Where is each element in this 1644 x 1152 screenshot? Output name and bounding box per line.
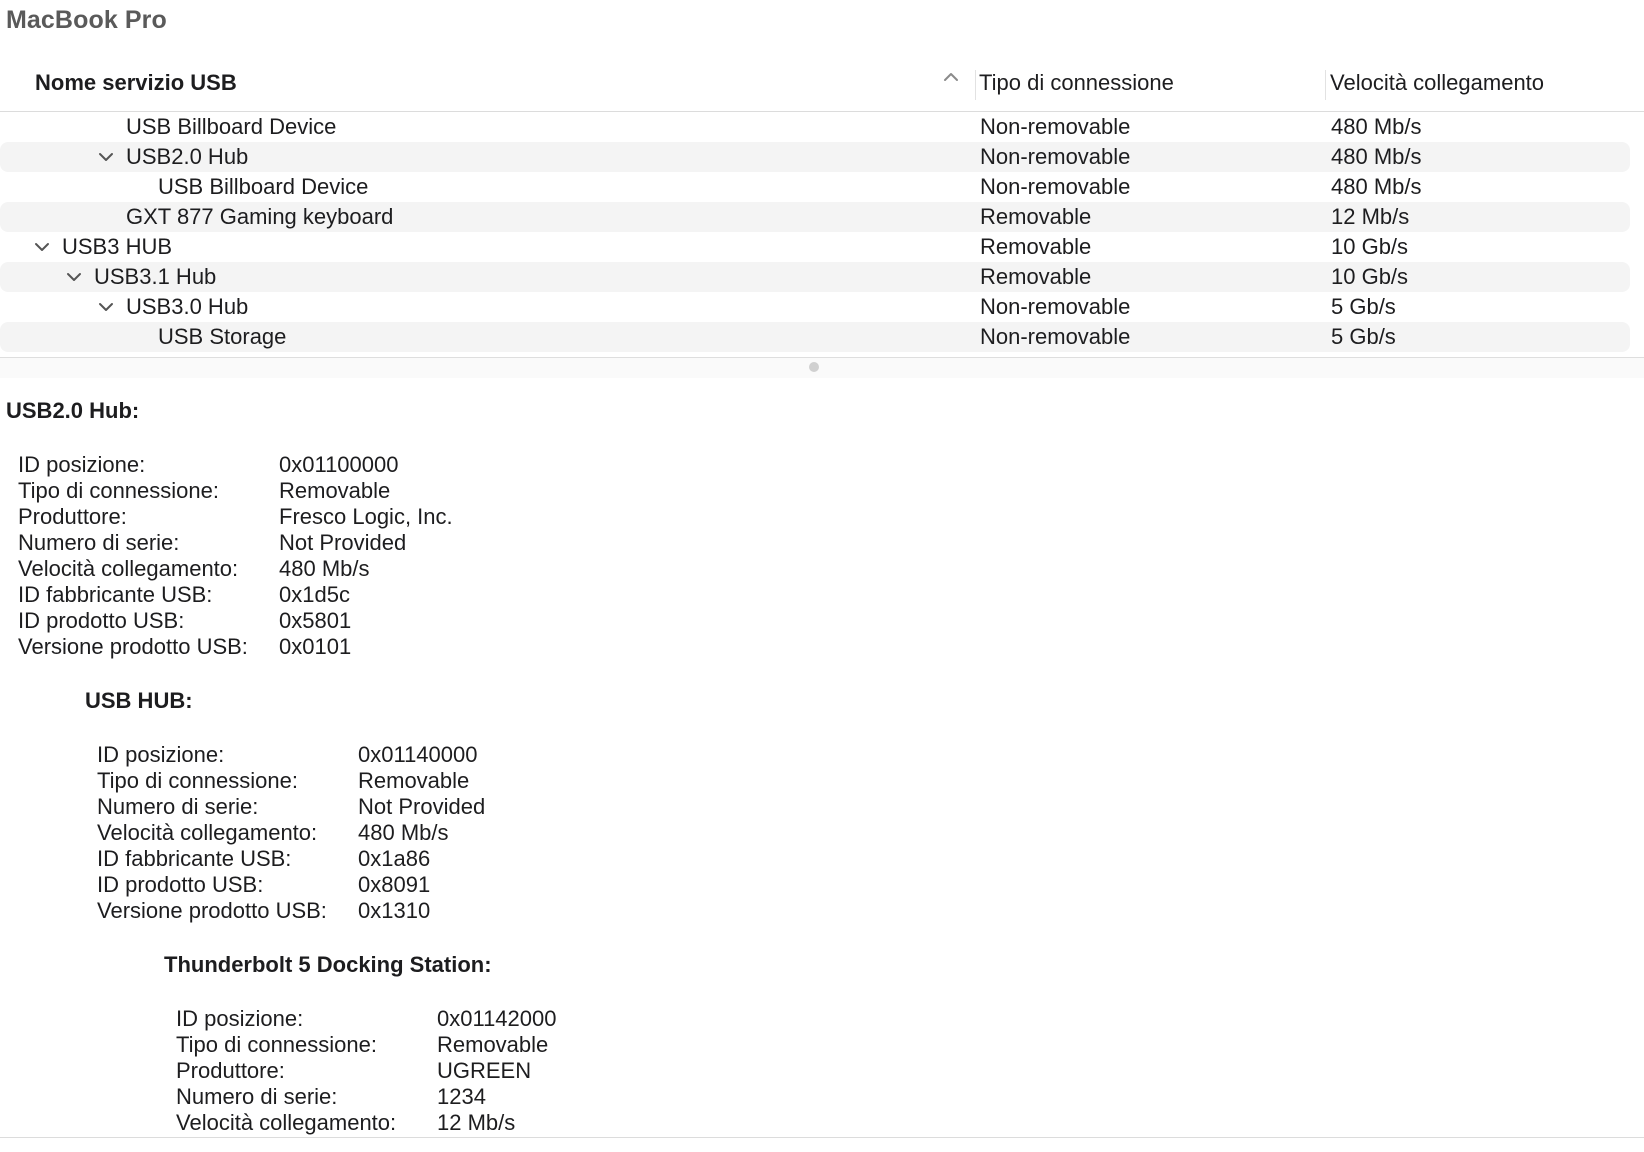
table-row[interactable]: USB Billboard Device Non-removable 480 Mb/… bbox=[0, 172, 1630, 202]
field-label: Velocità collegamento: bbox=[18, 556, 239, 581]
field-value: 0x01100000 bbox=[279, 452, 399, 477]
field-label: Tipo di connessione: bbox=[18, 478, 219, 503]
table-header: Nome servizio USB Tipo di connessione Ve… bbox=[0, 62, 1644, 112]
cell-connection: Non-removable bbox=[980, 144, 1131, 169]
cell-connection: Removable bbox=[980, 264, 1092, 289]
field-label: Produttore: bbox=[176, 1058, 285, 1083]
cell-connection: Non-removable bbox=[980, 294, 1131, 319]
cell-speed: 10 Gb/s bbox=[1331, 264, 1409, 289]
table-row[interactable]: USB3.0 Hub Non-removable 5 Gb/s bbox=[0, 292, 1630, 322]
bottom-divider bbox=[0, 1137, 1644, 1138]
cell-connection: Removable bbox=[980, 204, 1092, 229]
cell-connection: Removable bbox=[980, 234, 1092, 259]
field-value: Not Provided bbox=[279, 530, 407, 555]
field-label: ID prodotto USB: bbox=[18, 608, 185, 633]
field-value: UGREEN bbox=[437, 1058, 532, 1083]
detail-pane: USB2.0 Hub: ID posizione: 0x01100000 Tipo d… bbox=[0, 378, 1644, 1138]
field-value: 0x1310 bbox=[358, 898, 431, 923]
cell-speed: 10 Gb/s bbox=[1331, 234, 1409, 259]
field-value: Removable bbox=[358, 768, 470, 793]
field-label: Velocità collegamento: bbox=[176, 1110, 397, 1135]
field-label: ID fabbricante USB: bbox=[97, 846, 292, 871]
split-view-divider[interactable] bbox=[0, 357, 1644, 379]
section-title: Thunderbolt 5 Docking Station: bbox=[164, 952, 492, 977]
field-label: ID posizione: bbox=[176, 1006, 304, 1031]
table-row[interactable]: USB3.1 Hub Removable 10 Gb/s bbox=[0, 262, 1630, 292]
cell-name: USB Storage bbox=[158, 324, 287, 349]
cell-speed: 12 Mb/s bbox=[1331, 204, 1410, 229]
field-value: 480 Mb/s bbox=[358, 820, 449, 845]
window-title: MacBook Pro bbox=[6, 6, 167, 34]
field-value: 1234 bbox=[437, 1084, 486, 1109]
column-divider[interactable] bbox=[1325, 70, 1326, 100]
field-value: 0x1a86 bbox=[358, 846, 431, 871]
chevron-down-icon[interactable] bbox=[98, 149, 114, 165]
cell-speed: 480 Mb/s bbox=[1331, 144, 1422, 169]
field-value: 0x01140000 bbox=[358, 742, 478, 767]
table-row[interactable]: USB2.0 Hub Non-removable 480 Mb/s bbox=[0, 142, 1630, 172]
section-title: USB2.0 Hub: bbox=[6, 398, 140, 423]
table-row[interactable]: USB Storage Non-removable 5 Gb/s bbox=[0, 322, 1630, 352]
field-label: Velocità collegamento: bbox=[97, 820, 318, 845]
field-label: Tipo di connessione: bbox=[97, 768, 298, 793]
field-label: ID fabbricante USB: bbox=[18, 582, 213, 607]
table-row[interactable]: USB Billboard Device Non-removable 480 Mb/… bbox=[0, 112, 1630, 142]
field-value: 0x5801 bbox=[279, 608, 352, 633]
column-header-speed[interactable]: Velocità collegamento bbox=[1330, 70, 1544, 96]
field-value: 480 Mb/s bbox=[279, 556, 370, 581]
field-value: Fresco Logic, Inc. bbox=[279, 504, 453, 529]
field-value: 0x8091 bbox=[358, 872, 431, 897]
cell-name: GXT 877 Gaming keyboard bbox=[126, 204, 394, 229]
table-row[interactable]: GXT 877 Gaming keyboard Removable 12 Mb/s bbox=[0, 202, 1630, 232]
field-label: Versione prodotto USB: bbox=[97, 898, 327, 923]
field-label: ID posizione: bbox=[97, 742, 225, 767]
column-header-connection[interactable]: Tipo di connessione bbox=[979, 70, 1174, 96]
cell-speed: 480 Mb/s bbox=[1331, 174, 1422, 199]
chevron-down-icon[interactable] bbox=[34, 239, 50, 255]
chevron-up-icon[interactable] bbox=[942, 68, 960, 86]
cell-name: USB Billboard Device bbox=[126, 114, 337, 139]
field-value: Removable bbox=[437, 1032, 549, 1057]
cell-name: USB2.0 Hub bbox=[126, 144, 249, 169]
field-value: Not Provided bbox=[358, 794, 486, 819]
cell-name: USB Billboard Device bbox=[158, 174, 369, 199]
chevron-down-icon[interactable] bbox=[66, 269, 82, 285]
divider-handle[interactable] bbox=[809, 362, 819, 372]
field-label: Versione prodotto USB: bbox=[18, 634, 248, 659]
field-value: 0x0101 bbox=[279, 634, 352, 659]
cell-name: USB3.0 Hub bbox=[126, 294, 249, 319]
chevron-down-icon[interactable] bbox=[98, 299, 114, 315]
field-label: Numero di serie: bbox=[18, 530, 180, 555]
cell-connection: Non-removable bbox=[980, 174, 1131, 199]
field-label: Tipo di connessione: bbox=[176, 1032, 377, 1057]
field-label: Numero di serie: bbox=[176, 1084, 338, 1109]
field-label: Produttore: bbox=[18, 504, 127, 529]
cell-connection: Non-removable bbox=[980, 114, 1131, 139]
field-value: 0x01142000 bbox=[437, 1006, 557, 1031]
field-value: 12 Mb/s bbox=[437, 1110, 516, 1135]
column-divider[interactable] bbox=[975, 70, 976, 100]
column-header-name[interactable]: Nome servizio USB bbox=[35, 70, 237, 96]
cell-speed: 5 Gb/s bbox=[1331, 294, 1396, 319]
cell-name: USB3.1 Hub bbox=[94, 264, 217, 289]
table-row[interactable]: USB3 HUB Removable 10 Gb/s bbox=[0, 232, 1630, 262]
usb-device-list[interactable]: USB Billboard Device Non-removable 480 Mb/… bbox=[0, 111, 1644, 357]
field-label: Numero di serie: bbox=[97, 794, 259, 819]
cell-speed: 480 Mb/s bbox=[1331, 114, 1422, 139]
section-title: USB HUB: bbox=[85, 688, 193, 713]
cell-speed: 5 Gb/s bbox=[1331, 324, 1396, 349]
field-value: Removable bbox=[279, 478, 391, 503]
cell-connection: Non-removable bbox=[980, 324, 1131, 349]
cell-name: USB3 HUB bbox=[62, 234, 173, 259]
field-label: ID posizione: bbox=[18, 452, 146, 477]
field-label: ID prodotto USB: bbox=[97, 872, 264, 897]
field-value: 0x1d5c bbox=[279, 582, 350, 607]
